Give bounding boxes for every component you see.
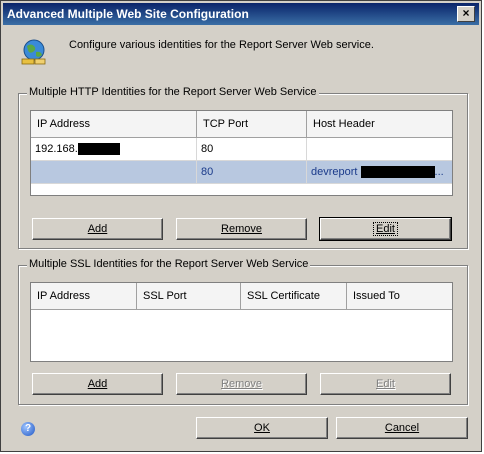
redacted-block: [360, 166, 435, 179]
col-issued-to[interactable]: Issued To: [347, 283, 452, 309]
redacted-block: [77, 143, 120, 156]
col-host-header[interactable]: Host Header: [307, 111, 452, 137]
ssl-table-header: IP Address SSL Port SSL Certificate Issu…: [31, 283, 452, 310]
cell-ip: 192.168.: [31, 138, 197, 160]
ssl-remove-button[interactable]: Remove: [176, 373, 307, 395]
col-ip-address[interactable]: IP Address: [31, 283, 137, 309]
cell-ip: [31, 161, 197, 183]
header-description: Configure various identities for the Rep…: [69, 39, 374, 51]
col-ssl-certificate[interactable]: SSL Certificate: [241, 283, 347, 309]
cell-host: devreport ...: [311, 166, 444, 179]
dialog-window: Advanced Multiple Web Site Configuration…: [0, 0, 482, 452]
cell-host: [307, 138, 452, 160]
http-identities-table[interactable]: IP Address TCP Port Host Header 192.168.…: [30, 110, 453, 196]
http-remove-button[interactable]: Remove: [176, 218, 307, 240]
cell-port: 80: [197, 161, 307, 183]
cancel-button[interactable]: Cancel: [336, 417, 468, 439]
window-title: Advanced Multiple Web Site Configuration: [7, 7, 249, 21]
http-identities-group: Multiple HTTP Identities for the Report …: [18, 86, 468, 249]
ssl-identities-group: Multiple SSL Identities for the Report S…: [18, 258, 468, 405]
col-ip-address[interactable]: IP Address: [31, 111, 197, 137]
globe-config-icon: [21, 39, 46, 65]
col-tcp-port[interactable]: TCP Port: [197, 111, 307, 137]
close-icon[interactable]: ×: [457, 6, 475, 22]
ssl-edit-button[interactable]: Edit: [320, 373, 451, 395]
title-bar[interactable]: Advanced Multiple Web Site Configuration…: [3, 3, 479, 25]
http-table-header: IP Address TCP Port Host Header: [31, 111, 452, 138]
cell-port: 80: [197, 138, 307, 160]
http-edit-button[interactable]: Edit: [319, 217, 452, 241]
ok-button[interactable]: OK: [196, 417, 328, 439]
col-ssl-port[interactable]: SSL Port: [137, 283, 241, 309]
table-row[interactable]: 80 devreport ...: [31, 161, 452, 184]
table-row[interactable]: 192.168. 80: [31, 138, 452, 161]
ssl-add-button[interactable]: Add: [32, 373, 163, 395]
ssl-identities-table[interactable]: IP Address SSL Port SSL Certificate Issu…: [30, 282, 453, 362]
http-add-button[interactable]: Add: [32, 218, 163, 240]
help-icon[interactable]: ?: [21, 422, 35, 436]
ssl-group-label: Multiple SSL Identities for the Report S…: [27, 258, 311, 270]
http-group-label: Multiple HTTP Identities for the Report …: [27, 86, 319, 98]
